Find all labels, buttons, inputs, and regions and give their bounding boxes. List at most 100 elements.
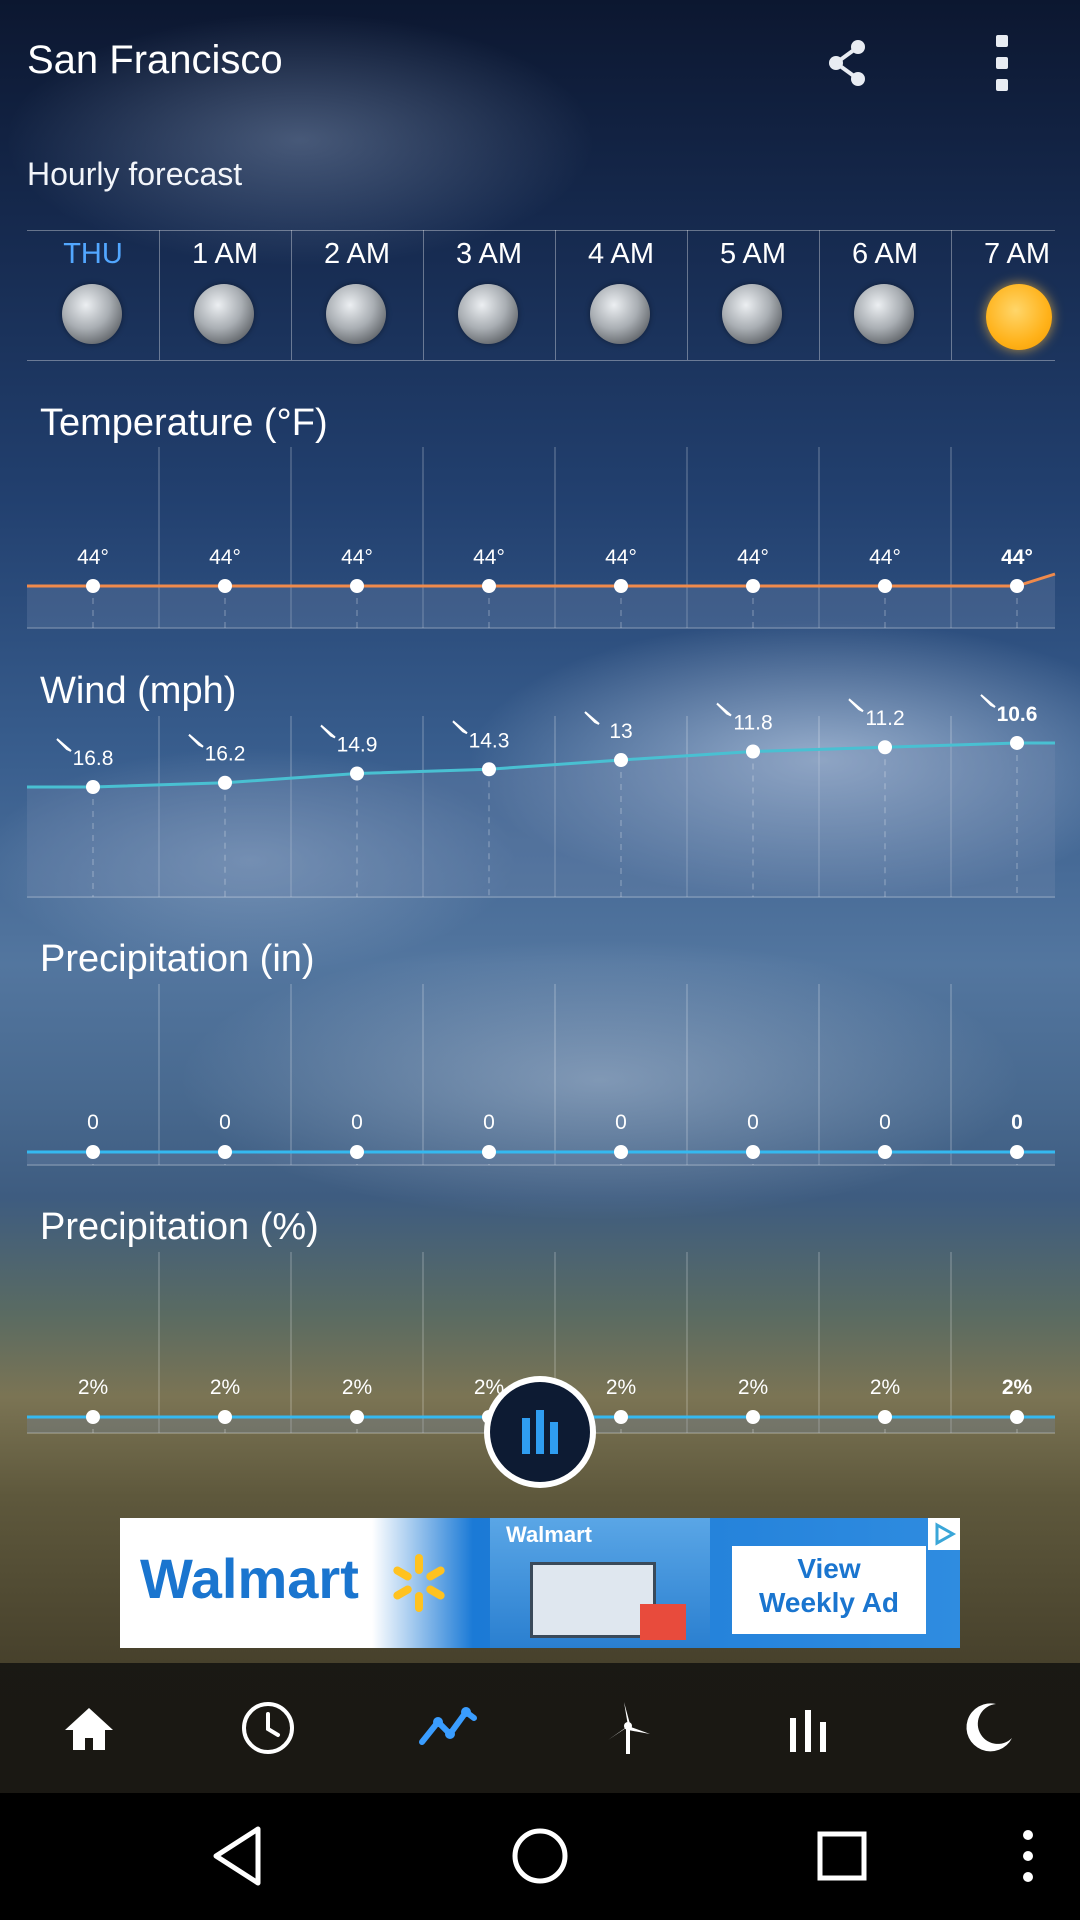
data-label: 44° [605, 546, 637, 569]
data-point [350, 579, 364, 593]
bottom-navigation [0, 1663, 1080, 1793]
data-label: 2% [738, 1376, 768, 1399]
data-label: 2% [78, 1376, 108, 1399]
data-label: 10.6 [997, 703, 1038, 726]
data-point [482, 579, 496, 593]
data-point [614, 753, 628, 768]
data-label: 2% [1002, 1376, 1033, 1399]
system-more-icon[interactable] [1010, 1823, 1046, 1889]
data-label: 14.3 [469, 729, 510, 752]
data-point [86, 579, 100, 593]
data-label: 0 [879, 1111, 891, 1134]
data-point [878, 1145, 892, 1159]
data-label: 14.9 [337, 734, 378, 757]
bars-icon [522, 1410, 558, 1454]
wind-direction-arrow [320, 724, 336, 739]
data-point [878, 740, 892, 755]
chart-line-icon [419, 1707, 477, 1745]
series-line [27, 572, 1056, 588]
data-label: 11.2 [865, 707, 904, 730]
data-point [614, 1145, 628, 1159]
home-nav-button[interactable] [24, 1663, 154, 1793]
data-point [350, 1410, 364, 1424]
wind-direction-arrow [980, 694, 996, 708]
wind-direction-arrow [188, 733, 204, 748]
data-point [878, 579, 892, 593]
wind-turbine-icon [608, 1702, 650, 1754]
data-label: 44° [1001, 546, 1033, 569]
walmart-spark-icon [393, 1554, 445, 1612]
data-point [218, 775, 232, 790]
data-label: 0 [615, 1111, 627, 1134]
data-point [614, 579, 628, 593]
data-label: 44° [869, 546, 901, 569]
ad-flyer-image: Walmart [490, 1518, 710, 1648]
data-label: 2% [210, 1376, 240, 1399]
chart-area-fill [27, 574, 1055, 628]
recents-icon[interactable] [812, 1826, 872, 1886]
clock-nav-button[interactable] [203, 1663, 333, 1793]
ad-cta-button[interactable]: View Weekly Ad [732, 1546, 926, 1634]
data-point [1010, 735, 1024, 750]
bar-chart-nav-button[interactable] [743, 1663, 873, 1793]
data-label: 16.2 [205, 743, 246, 766]
data-point [350, 766, 364, 781]
adchoices-icon[interactable] [928, 1518, 960, 1550]
data-label: 44° [737, 546, 769, 569]
data-point [86, 1145, 100, 1159]
data-label: 44° [209, 546, 241, 569]
data-label: 11.8 [733, 712, 772, 735]
data-point [1010, 579, 1024, 593]
wind-turbine-nav-button[interactable] [563, 1663, 693, 1793]
data-point [746, 1145, 760, 1159]
wind-direction-arrow [56, 738, 72, 752]
wind-direction-arrow [452, 720, 468, 735]
data-label: 0 [483, 1111, 495, 1134]
data-label: 44° [77, 546, 109, 569]
data-point [482, 762, 496, 777]
walmart-ad-banner[interactable]: Walmart Walmart View Weekly Ad [120, 1518, 960, 1648]
data-label: 0 [219, 1111, 231, 1134]
chart-line-nav-button[interactable] [383, 1663, 513, 1793]
data-point [86, 780, 100, 794]
moon-icon [966, 1703, 1012, 1752]
home-icon [65, 1708, 113, 1750]
moon-nav-button[interactable] [923, 1663, 1053, 1793]
chart-area-fill [27, 1152, 1055, 1165]
home-nav-icon[interactable] [510, 1823, 570, 1889]
data-point [350, 1145, 364, 1159]
ad-brand: Walmart [140, 1547, 359, 1610]
data-label: 2% [870, 1376, 900, 1399]
hourly-charts: 44° 44° 44° 44° 44° 44° 44° 44° 16.8 16.2 14.9 14.3… [27, 447, 1056, 1434]
data-label: 2% [606, 1376, 636, 1399]
wind-direction-arrow [584, 711, 600, 725]
data-label: 0 [351, 1111, 363, 1134]
system-navigation-bar [0, 1793, 1080, 1920]
data-label: 0 [1011, 1111, 1023, 1134]
data-label: 44° [341, 546, 373, 569]
data-point [1010, 1145, 1024, 1159]
data-point [218, 1145, 232, 1159]
bar-chart-icon [790, 1710, 826, 1752]
data-point [878, 1410, 892, 1424]
data-point [746, 579, 760, 593]
graph-toggle-button[interactable] [484, 1376, 596, 1488]
data-label: 2% [342, 1376, 372, 1399]
data-point [218, 1410, 232, 1424]
wind-direction-arrow [848, 698, 864, 713]
back-icon[interactable] [208, 1823, 268, 1889]
data-point [218, 579, 232, 593]
data-point [482, 1145, 496, 1159]
data-label: 0 [747, 1111, 759, 1134]
data-point [86, 1410, 100, 1424]
wind-direction-arrow [716, 702, 732, 717]
data-point [614, 1410, 628, 1424]
clock-icon [242, 1702, 294, 1754]
data-label: 13 [609, 720, 632, 743]
data-point [746, 1410, 760, 1424]
data-point [746, 744, 760, 759]
data-label: 0 [87, 1111, 99, 1134]
data-label: 44° [473, 546, 505, 569]
data-point [1010, 1410, 1024, 1424]
data-label: 16.8 [73, 747, 114, 770]
